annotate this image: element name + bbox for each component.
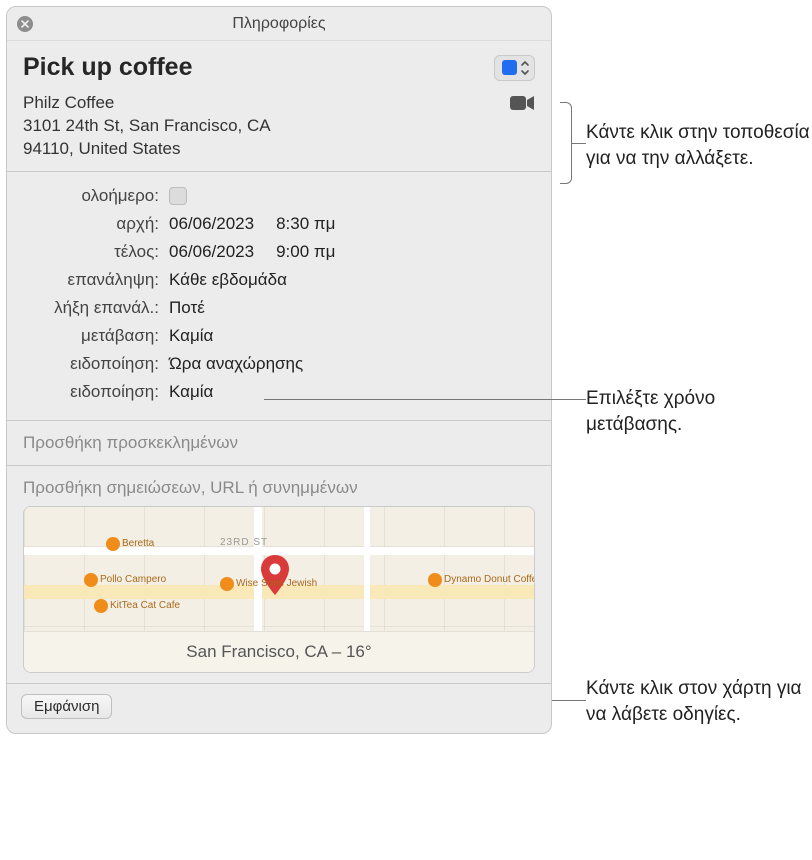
- titlebar: Πληροφορίες: [7, 7, 551, 41]
- callout-travel: Επιλέξτε χρόνο μετάβασης.: [586, 386, 812, 437]
- close-icon: [21, 20, 29, 28]
- end-date[interactable]: 06/06/2023: [169, 242, 254, 262]
- calendar-color-picker[interactable]: [494, 55, 535, 81]
- calendar-color-swatch: [502, 60, 517, 75]
- location-line1: Philz Coffee: [23, 92, 271, 115]
- map-poi-dot: [94, 599, 108, 613]
- allday-label: ολοήμερο:: [21, 186, 169, 206]
- map-poi-label: Beretta: [122, 538, 154, 549]
- callout-line: [552, 700, 586, 701]
- map-street-label: 23RD ST: [220, 537, 268, 548]
- callout-location: Κάντε κλικ στην τοποθεσία για να την αλλ…: [586, 120, 812, 171]
- map-poi-dot: [84, 573, 98, 587]
- footer: Εμφάνιση: [7, 683, 551, 733]
- map-poi-dot: [220, 577, 234, 591]
- repeat-end-label: λήξη επανάλ.:: [21, 298, 169, 318]
- map-poi-label: Pollo Campero: [100, 574, 166, 585]
- close-button[interactable]: [17, 16, 33, 32]
- map-thumbnail[interactable]: 23RD ST Beretta Pollo Campero KitTea Cat C…: [23, 506, 535, 673]
- map-poi-dot: [106, 537, 120, 551]
- repeat-end-value[interactable]: Ποτέ: [169, 298, 205, 318]
- alert1-label: ειδοποίηση:: [21, 354, 169, 374]
- event-location[interactable]: Philz Coffee 3101 24th St, San Francisco…: [23, 92, 271, 161]
- add-invitees-field[interactable]: Προσθήκη προσκεκλημένων: [7, 420, 551, 466]
- map-poi-label: KitTea Cat Cafe: [110, 600, 180, 611]
- end-time[interactable]: 9:00 πμ: [276, 242, 335, 262]
- repeat-label: επανάληψη:: [21, 270, 169, 290]
- map-poi-label: Wise Sons Jewish: [236, 578, 317, 589]
- map-image: 23RD ST Beretta Pollo Campero KitTea Cat C…: [24, 507, 534, 631]
- event-title[interactable]: Pick up coffee: [23, 53, 193, 82]
- travel-value[interactable]: Καμία: [169, 326, 213, 346]
- alert1-value[interactable]: Ώρα αναχώρησης: [169, 354, 303, 374]
- map-poi-label: Dynamo Donut Coffee: [444, 574, 535, 585]
- fields-section: ολοήμερο: αρχή: 06/06/2023 8:30 πμ τέλος…: [7, 172, 551, 420]
- end-label: τέλος:: [21, 242, 169, 262]
- video-icon: [509, 94, 535, 112]
- start-date[interactable]: 06/06/2023: [169, 214, 254, 234]
- start-label: αρχή:: [21, 214, 169, 234]
- callout-line: [572, 143, 586, 144]
- video-call-button[interactable]: [509, 94, 535, 117]
- notes-field[interactable]: Προσθήκη σημειώσεων, URL ή συνημμένων: [23, 478, 535, 498]
- travel-label: μετάβαση:: [21, 326, 169, 346]
- header: Pick up coffee Philz Coffee 3101 24th St…: [7, 41, 551, 171]
- callout-map: Κάντε κλικ στον χάρτη για να λάβετε οδηγ…: [586, 676, 812, 727]
- show-button[interactable]: Εμφάνιση: [21, 694, 112, 719]
- alert2-label: ειδοποίηση:: [21, 382, 169, 402]
- event-info-panel: Πληροφορίες Pick up coffee Philz Coffee …: [6, 6, 552, 734]
- repeat-value[interactable]: Κάθε εβδομάδα: [169, 270, 287, 290]
- notes-section: Προσθήκη σημειώσεων, URL ή συνημμένων 23…: [7, 466, 551, 683]
- allday-checkbox[interactable]: [169, 187, 187, 205]
- callout-bracket: [560, 102, 572, 184]
- alert2-value[interactable]: Καμία: [169, 382, 213, 402]
- map-poi-dot: [428, 573, 442, 587]
- callout-line: [264, 399, 586, 400]
- start-time[interactable]: 8:30 πμ: [276, 214, 335, 234]
- location-line2: 3101 24th St, San Francisco, CA: [23, 115, 271, 138]
- location-line3: 94110, United States: [23, 138, 271, 161]
- map-caption: San Francisco, CA – 16°: [24, 631, 534, 672]
- chevron-updown-icon: [520, 60, 530, 76]
- window-title: Πληροφορίες: [232, 15, 325, 33]
